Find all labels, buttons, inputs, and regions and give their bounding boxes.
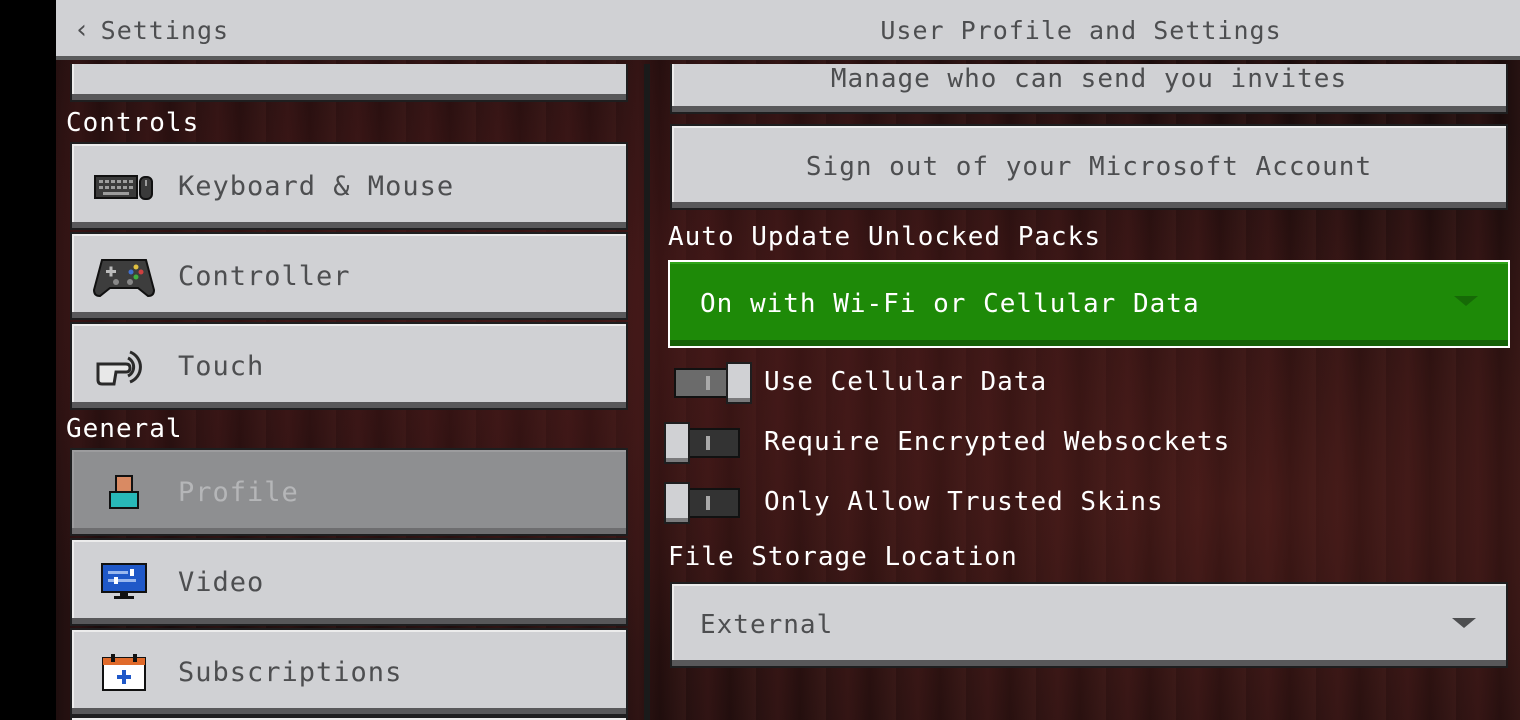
- keyboard-mouse-icon: [92, 164, 156, 208]
- app-window: ‹ Settings User Profile and Settings Con…: [56, 0, 1520, 720]
- sidebar-item-label: Profile: [178, 476, 299, 508]
- section-label-controls: Controls: [66, 108, 200, 138]
- touch-icon: [92, 344, 156, 388]
- toggle-knob[interactable]: [664, 482, 690, 524]
- toggle-label: Require Encrypted Websockets: [764, 427, 1231, 457]
- sidebar-item-subscriptions[interactable]: Subscriptions: [70, 628, 628, 716]
- file-storage-dropdown[interactable]: External: [670, 582, 1508, 668]
- auto-update-value: On with Wi-Fi or Cellular Data: [700, 289, 1200, 319]
- sidebar-item-label: Controller: [178, 260, 351, 292]
- sidebar-item-partial[interactable]: [70, 64, 628, 102]
- sidebar-item-touch[interactable]: Touch: [70, 322, 628, 410]
- profile-icon: [92, 470, 156, 514]
- subscriptions-icon: [92, 650, 156, 694]
- sidebar-item-controller[interactable]: Controller: [70, 232, 628, 320]
- auto-update-label: Auto Update Unlocked Packs: [668, 222, 1101, 252]
- controller-icon: [92, 254, 156, 298]
- back-button-label: Settings: [100, 15, 230, 45]
- file-storage-label: File Storage Location: [668, 542, 1018, 572]
- sign-out-button[interactable]: Sign out of your Microsoft Account: [670, 124, 1508, 210]
- toggle-row-skins: Only Allow Trusted Skins: [664, 478, 1164, 526]
- manage-invites-button[interactable]: Manage who can send you invites: [670, 64, 1508, 114]
- sidebar-item-label: Subscriptions: [178, 656, 403, 688]
- sidebar-item-label: Touch: [178, 350, 265, 382]
- auto-update-dropdown[interactable]: On with Wi-Fi or Cellular Data: [668, 260, 1510, 348]
- toggle-label: Only Allow Trusted Skins: [764, 487, 1164, 517]
- section-label-general: General: [66, 414, 183, 444]
- sidebar-item-partial-bottom[interactable]: [70, 716, 628, 720]
- sidebar-item-label: Video: [178, 566, 265, 598]
- sidebar-item-video[interactable]: Video: [70, 538, 628, 626]
- file-storage-value: External: [700, 610, 834, 640]
- require-encrypted-websockets-toggle[interactable]: [664, 422, 740, 464]
- chevron-left-icon: ‹: [74, 15, 91, 45]
- sidebar-item-profile[interactable]: Profile: [70, 448, 628, 536]
- chevron-down-icon: [1454, 296, 1478, 306]
- toggle-knob[interactable]: [726, 362, 752, 404]
- toggle-label: Use Cellular Data: [764, 367, 1048, 397]
- sidebar-item-label: Keyboard & Mouse: [178, 170, 455, 202]
- page-title: User Profile and Settings: [880, 15, 1282, 45]
- sidebar[interactable]: Controls Keyboard & Mouse Controller Tou…: [56, 64, 644, 720]
- settings-content[interactable]: Manage who can send you invites Sign out…: [650, 64, 1520, 720]
- toggle-row-cellular: Use Cellular Data: [674, 358, 1047, 406]
- only-allow-trusted-skins-toggle[interactable]: [664, 482, 740, 524]
- use-cellular-data-toggle[interactable]: [674, 362, 752, 404]
- video-icon: [92, 560, 156, 604]
- sidebar-item-keyboard-mouse[interactable]: Keyboard & Mouse: [70, 142, 628, 230]
- toggle-knob[interactable]: [664, 422, 690, 464]
- toggle-row-websockets: Require Encrypted Websockets: [664, 418, 1230, 466]
- chevron-down-icon: [1452, 618, 1476, 628]
- header-bar: ‹ Settings User Profile and Settings: [56, 0, 1520, 60]
- back-button[interactable]: ‹ Settings: [74, 12, 229, 48]
